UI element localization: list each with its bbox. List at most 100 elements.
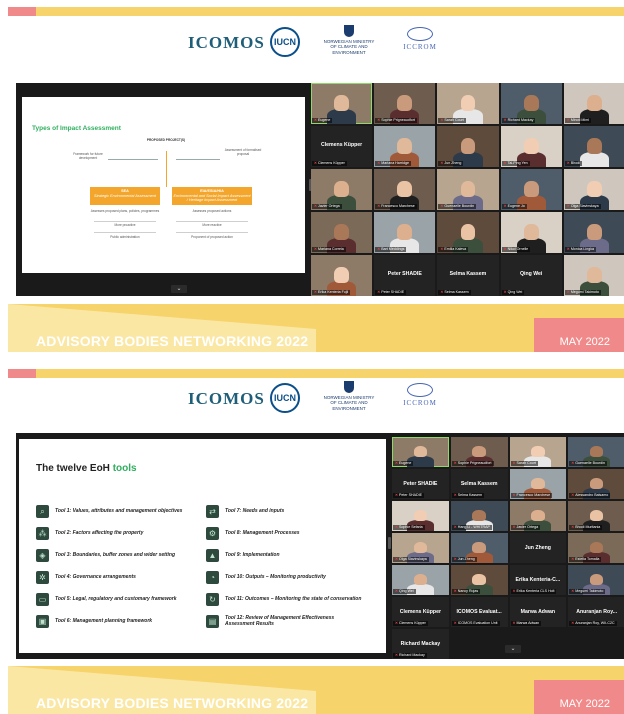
participant-display-name: Peter SHADIE — [403, 481, 438, 487]
muted-mic-icon: ✕ — [503, 289, 507, 294]
sea-assesses: Assesses proposed plans, policies, progr… — [90, 209, 160, 213]
top-accent-pink — [8, 369, 36, 378]
participant-tile[interactable]: ✕Nikol Ornelle — [500, 212, 562, 253]
participant-tile[interactable]: ✕Bhodi Muritania — [568, 501, 624, 531]
participant-tile[interactable]: Clemens Küpper ✕Clemens Küpper — [392, 597, 449, 627]
participant-tile[interactable]: ✕Jun Zheng — [450, 533, 508, 563]
gear-icon: ✲ — [36, 571, 49, 584]
participant-tile[interactable]: ✕Eugene — [392, 437, 449, 467]
participant-head — [589, 478, 604, 490]
participant-tile[interactable]: Anuranjan Roy... ✕Anuranjan Roy, WII-C2C — [568, 597, 624, 627]
muted-mic-icon: ✕ — [377, 160, 381, 165]
participant-name: Estella Tomalla — [575, 556, 600, 561]
participant-name-label: ✕Sophie Prigneaudfort — [375, 117, 417, 123]
participant-tile[interactable]: ✕Alessandro Balsamo — [568, 469, 624, 499]
participant-tile[interactable]: ✕Megumi Takimoto — [568, 565, 624, 595]
iccrom-logo-text: ICCROM — [403, 43, 437, 51]
participant-tile[interactable]: ✕Erika Kenteria Fujii — [311, 255, 373, 296]
participant-tile[interactable]: ✕Hang Li - WHITRAP — [450, 501, 508, 531]
sea-box: SEA Strategic Environmental Assessment — [90, 187, 160, 205]
participant-tile[interactable]: ✕Francesco Marchese — [374, 169, 436, 210]
participant-tile[interactable]: ✕Eugene — [311, 83, 373, 124]
participant-name-label: ✕Erika Kenteria Fujii — [312, 289, 351, 295]
participant-name: Nikol Ornelle — [507, 246, 529, 251]
participant-tile[interactable]: ICOMOS Evaluat... ✕ICOMOS Evaluation Unit — [450, 597, 508, 627]
map-icon: ◈ — [36, 549, 49, 562]
participant-tile[interactable]: Selma Kassem ✕Selma Kassem — [450, 469, 508, 499]
muted-mic-icon: ✕ — [377, 117, 381, 122]
arrows-icon: ⇄ — [206, 505, 219, 518]
participant-tile[interactable]: ✕Qing Wei — [392, 565, 449, 595]
participant-tile[interactable]: ✕Monica Lingka — [563, 212, 624, 253]
participant-tile[interactable]: ✕Olga Slavinskaya — [563, 169, 624, 210]
muted-mic-icon: ✕ — [512, 588, 516, 593]
participant-tile[interactable]: ✕Emilia Kaleva — [437, 212, 499, 253]
participant-tile[interactable]: ✕Javier Ortega — [311, 169, 373, 210]
participant-head — [587, 224, 602, 240]
participant-tile[interactable]: Richard Mackay ✕Richard Mackay — [392, 629, 449, 659]
muted-mic-icon: ✕ — [453, 556, 457, 561]
participant-tile[interactable]: ✕Eugene Jo — [500, 169, 562, 210]
participant-tile[interactable]: ✕Guenaelle Bourdin — [437, 169, 499, 210]
participant-tile[interactable]: ✕Sarah Court — [437, 83, 499, 124]
participant-tile[interactable]: Clemens Küpper ✕Clemens Küpper — [311, 126, 373, 167]
participant-tile[interactable]: ✕Sophie Sefaria — [392, 501, 449, 531]
mountain-icon: ▲ — [206, 549, 219, 562]
webinar-screenshot-1: ICOMOS IUCN NORWEGIAN MINISTRY OF CLIMAT… — [8, 7, 624, 352]
participant-tile[interactable]: Selma Kassem ✕Selma Kassem — [437, 255, 499, 296]
participant-display-name: Selma Kassem — [449, 271, 487, 278]
participant-tile[interactable]: ✕Bart Meddings — [374, 212, 436, 253]
participant-tile[interactable]: ✕Richard Mackay — [500, 83, 562, 124]
proponent-label: Proponent of proposed action — [191, 235, 233, 239]
iccrom-globe-icon — [407, 383, 433, 397]
tool-label: Tool 12: Review of Management Effectiven… — [225, 615, 335, 627]
participant-tile[interactable]: Erika Kenteria-C... ✕Erika Kenteria CLS H… — [509, 565, 567, 595]
participant-tile[interactable]: ✕Francesco Marchese — [509, 469, 567, 499]
participant-tile[interactable]: ✕Javier Ortega — [509, 501, 567, 531]
participant-tile[interactable]: Marwa Adwan ✕Marwa Adwan — [509, 597, 567, 627]
shared-slide: The twelve EoH tools ⌕ Tool 1: Values, at… — [19, 439, 386, 653]
norway-crest-icon — [344, 25, 354, 37]
participant-display-name: Erika Kenteria-C... — [515, 577, 561, 583]
participant-tile[interactable]: Jun Zheng — [509, 533, 567, 563]
participant-tile[interactable]: ✕Minoti Mimi — [563, 83, 624, 124]
more-participants-chevron-icon[interactable]: ⌄ — [171, 285, 187, 293]
participant-tile[interactable]: ✕Mariana Harridge — [374, 126, 436, 167]
participant-tile[interactable]: Qing Wei ✕Qing Wei — [500, 255, 562, 296]
muted-mic-icon: ✕ — [395, 460, 399, 465]
participant-tile[interactable]: ✕Sophie Prigneaudfort — [374, 83, 436, 124]
participant-head — [531, 510, 545, 522]
participant-display-name: ICOMOS Evaluat... — [456, 609, 502, 615]
gauge-icon: ◔ — [206, 571, 219, 584]
more-participants-chevron-icon[interactable]: ⌄ — [505, 645, 521, 653]
panel-resize-handle[interactable] — [388, 537, 391, 549]
participant-tile[interactable]: ✕Megumi Takimoto — [563, 255, 624, 296]
participant-tile[interactable]: ✕Jun Zheng — [437, 126, 499, 167]
participant-tile[interactable]: ✕Bhodi — [563, 126, 624, 167]
sea-divider-2 — [94, 232, 156, 233]
participant-tile[interactable]: ✕Estella Tomalla — [568, 533, 624, 563]
participant-name-label: ✕Jun Zheng — [438, 160, 464, 166]
muted-mic-icon: ✕ — [512, 620, 516, 625]
document-icon: ▤ — [206, 615, 219, 628]
participant-tile[interactable]: ✕Guenaelle Bourdin — [568, 437, 624, 467]
participant-name: Hang Li - WHITRAP — [457, 524, 490, 529]
participant-tile[interactable]: Peter SHADIE ✕Peter SHADIE — [392, 469, 449, 499]
muted-mic-icon: ✕ — [566, 117, 570, 122]
participant-name-label: ✕Megumi Takimoto — [564, 289, 601, 295]
participant-tile[interactable]: ✕Nancy Rojas — [450, 565, 508, 595]
participant-tile[interactable]: ✕Olga Slavinskaya — [392, 533, 449, 563]
tool-label: Tool 11: Outcomes – Monitoring the state… — [225, 596, 362, 602]
participant-tile[interactable]: ✕Sarah Court — [509, 437, 567, 467]
participant-head — [589, 510, 604, 522]
participant-tile[interactable]: Peter SHADIE ✕Peter SHADIE — [374, 255, 436, 296]
participant-tile[interactable]: ✕Tai-Ping Yen — [500, 126, 562, 167]
muted-mic-icon: ✕ — [453, 492, 457, 497]
muted-mic-icon: ✕ — [571, 588, 575, 593]
participant-tile[interactable]: ✕Sophie Prigneaudfort — [450, 437, 508, 467]
participant-name-label: ✕ICOMOS Evaluation Unit — [451, 620, 500, 626]
participant-name-label: ✕Sophie Sefaria — [393, 524, 425, 530]
participant-tile[interactable]: ✕Mariana Correia — [311, 212, 373, 253]
top-accent-bar — [8, 369, 624, 378]
participant-name-label: ✕Guenaelle Bourdin — [569, 460, 608, 466]
